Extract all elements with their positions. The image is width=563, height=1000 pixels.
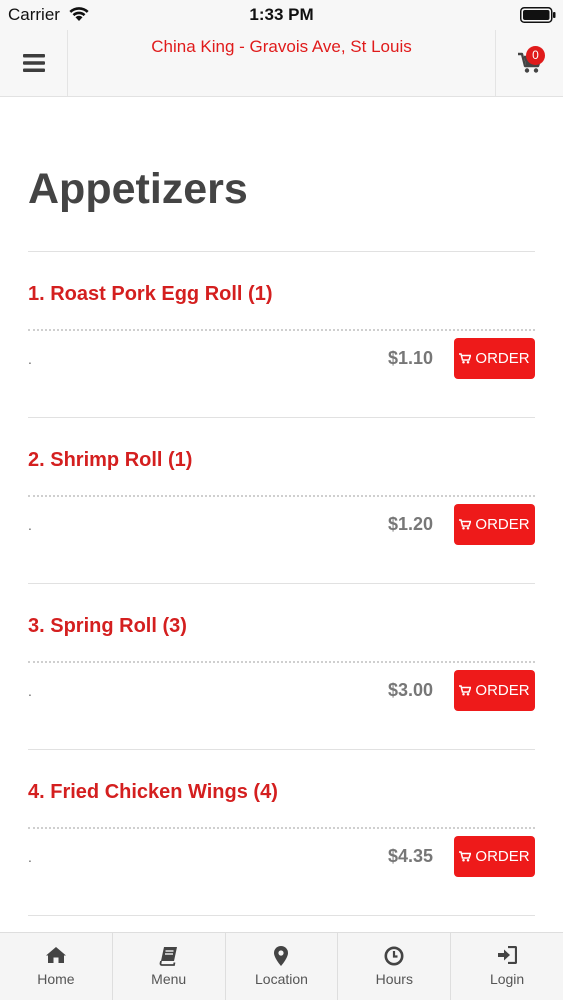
item-price: $4.35 — [387, 846, 433, 866]
restaurant-title: China King - Gravois Ave, St Louis — [151, 37, 412, 56]
book-icon — [159, 947, 177, 966]
item-price: $3.00 — [387, 680, 433, 700]
cart-icon — [459, 851, 472, 862]
menu-item: 4. Fried Chicken Wings (4) . $4.35 ORDER — [28, 750, 535, 916]
clock-icon — [384, 946, 404, 966]
battery-icon — [520, 7, 556, 23]
clock-time: 1:33 PM — [249, 5, 314, 24]
menu-item: 1. Roast Pork Egg Roll (1) . $1.10 ORDER — [28, 252, 535, 418]
tab-label: Login — [489, 971, 525, 987]
tab-home[interactable]: Home — [0, 933, 113, 1000]
bottom-tab-bar: Home Menu Location Hours Login — [0, 932, 563, 1000]
tab-label: Location — [255, 971, 308, 987]
login-icon — [498, 946, 518, 964]
order-button[interactable]: ORDER — [454, 836, 535, 877]
dotted-divider — [28, 495, 535, 497]
cart-count-badge: 0 — [526, 46, 545, 65]
menu-content: Appetizers 1. Roast Pork Egg Roll (1) . … — [28, 97, 535, 916]
hamburger-icon — [22, 54, 45, 72]
order-label: ORDER — [475, 350, 530, 367]
item-description: . — [28, 351, 32, 367]
dotted-divider — [28, 661, 535, 663]
item-description: . — [28, 683, 32, 699]
order-label: ORDER — [475, 682, 530, 699]
order-button[interactable]: ORDER — [454, 670, 535, 711]
item-description: . — [28, 849, 32, 865]
section-title: Appetizers — [28, 165, 248, 213]
item-name[interactable]: 4. Fried Chicken Wings (4) — [28, 781, 278, 804]
map-pin-icon — [274, 946, 289, 966]
tab-label: Home — [37, 971, 75, 987]
menu-item: 3. Spring Roll (3) . $3.00 ORDER — [28, 584, 535, 750]
tab-label: Menu — [151, 971, 187, 987]
tab-location[interactable]: Location — [226, 933, 339, 1000]
cart-icon — [459, 685, 472, 696]
order-label: ORDER — [475, 516, 530, 533]
tab-login[interactable]: Login — [451, 933, 563, 1000]
tab-hours[interactable]: Hours — [338, 933, 452, 1000]
tab-menu[interactable]: Menu — [113, 933, 226, 1000]
status-bar: Carrier 1:33 PM — [0, 0, 563, 30]
tab-label: Hours — [375, 971, 413, 987]
home-icon — [45, 947, 66, 963]
order-button[interactable]: ORDER — [454, 504, 535, 545]
item-name[interactable]: 1. Roast Pork Egg Roll (1) — [28, 283, 272, 306]
order-label: ORDER — [475, 848, 530, 865]
item-name[interactable]: 3. Spring Roll (3) — [28, 615, 187, 638]
item-price: $1.20 — [387, 514, 433, 534]
item-name[interactable]: 2. Shrimp Roll (1) — [28, 449, 192, 472]
item-price: $1.10 — [387, 348, 433, 368]
hamburger-menu-button[interactable] — [0, 30, 68, 96]
app-header: China King - Gravois Ave, St Louis 0 — [0, 30, 563, 97]
cart-icon — [459, 519, 472, 530]
menu-item: 2. Shrimp Roll (1) . $1.20 ORDER — [28, 418, 535, 584]
item-description: . — [28, 517, 32, 533]
order-button[interactable]: ORDER — [454, 338, 535, 379]
dotted-divider — [28, 329, 535, 331]
cart-icon — [459, 353, 472, 364]
dotted-divider — [28, 827, 535, 829]
cart-button[interactable]: 0 — [495, 30, 563, 96]
